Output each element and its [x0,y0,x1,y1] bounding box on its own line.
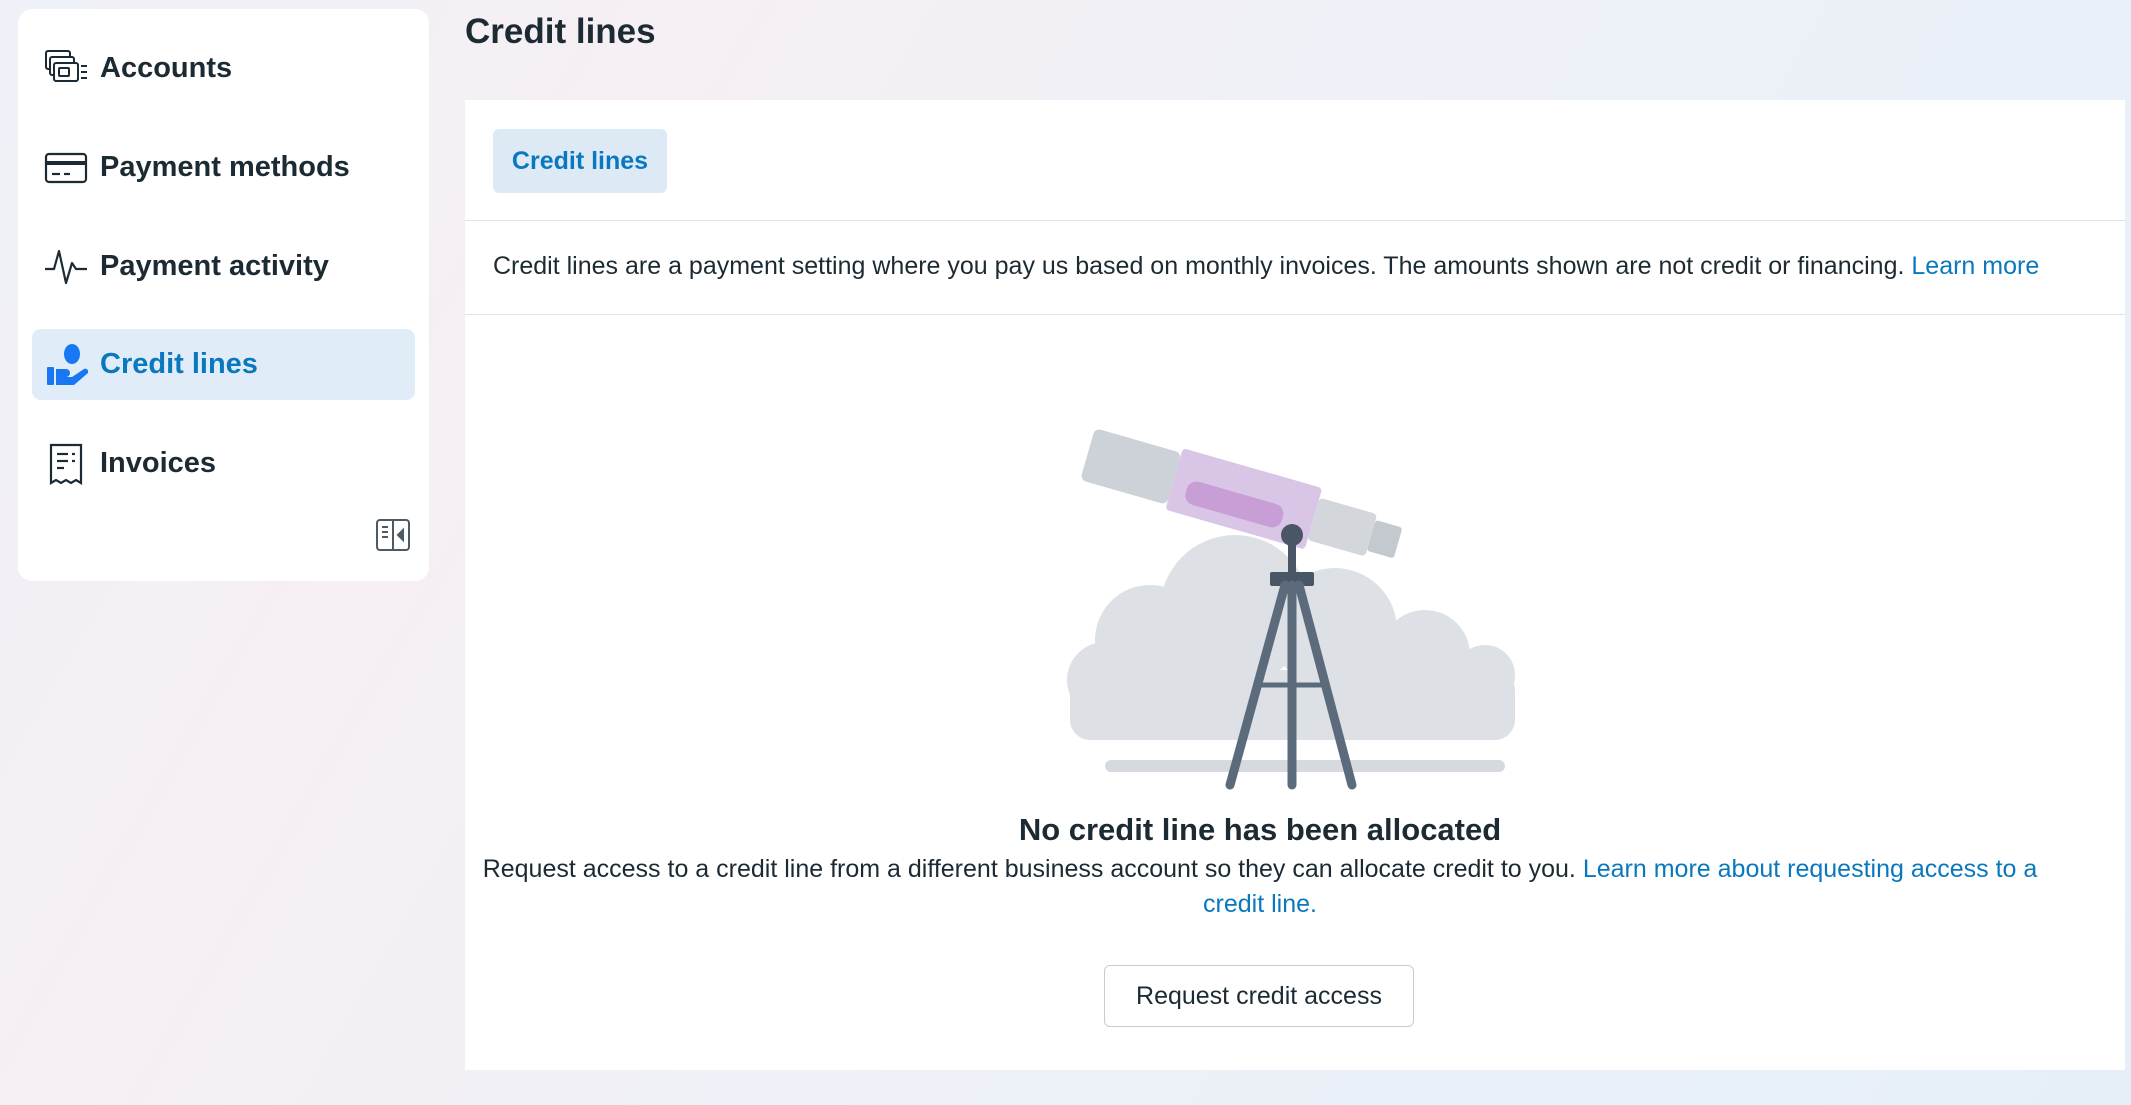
sidebar-item-label: Payment activity [100,250,329,282]
tab-credit-lines[interactable]: Credit lines [493,129,667,193]
sidebar-item-payment-activity[interactable]: Payment activity [32,231,415,302]
sidebar-item-label: Invoices [100,447,217,479]
info-text: Credit lines are a payment setting where… [493,252,2039,281]
empty-state-description: Request access to a credit line from a d… [480,852,2040,922]
request-credit-access-button[interactable]: Request credit access [1104,965,1414,1027]
collapse-sidebar-icon [376,519,410,551]
activity-pulse-icon [44,245,88,289]
hand-coin-icon [44,343,88,387]
empty-state-text: Request access to a credit line from a d… [482,855,1576,883]
card-icon [44,146,88,190]
empty-state-title: No credit line has been allocated [1018,812,1502,847]
credit-lines-panel: Credit lines Credit lines are a payment … [465,100,2125,1070]
collapse-sidebar-button[interactable] [375,517,411,553]
page-title: Credit lines [465,12,656,51]
sidebar-item-payment-methods[interactable]: Payment methods [32,132,415,203]
receipt-icon [44,442,88,486]
sidebar-item-label: Credit lines [100,348,258,380]
learn-more-link[interactable]: Learn more [1911,252,2039,280]
info-description: Credit lines are a payment setting where… [493,252,1905,280]
sidebar-item-accounts[interactable]: Accounts [32,33,415,104]
tab-bar: Credit lines [465,100,2125,221]
sidebar-item-label: Payment methods [100,151,350,183]
sidebar-item-credit-lines[interactable]: Credit lines [32,329,415,400]
info-row: Credit lines are a payment setting where… [465,221,2125,315]
sidebar-item-label: Accounts [100,52,233,84]
telescope-illustration [1067,429,1515,790]
accounts-icon [44,47,88,91]
sidebar: Accounts Payment methods Payment activit… [18,9,429,581]
sidebar-item-invoices[interactable]: Invoices [32,428,415,499]
